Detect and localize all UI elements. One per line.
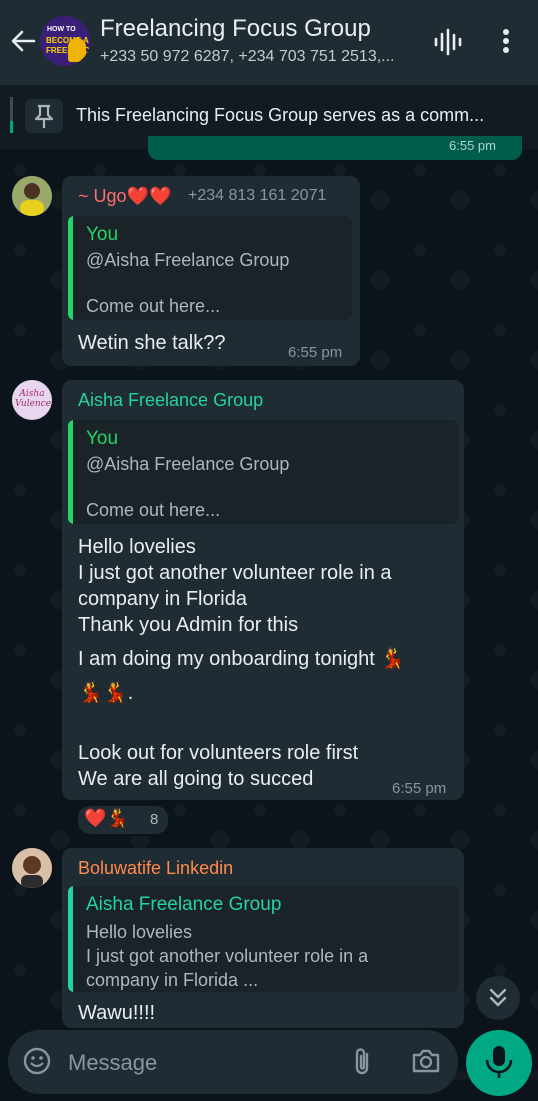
more-vert-icon[interactable] [496, 26, 516, 56]
message-text: company in Florida [78, 588, 247, 610]
voice-wave-icon[interactable] [432, 28, 462, 56]
reaction-emojis: ❤️💃 [84, 808, 129, 828]
sender-name[interactable]: ~ Ugo❤️❤️ [78, 186, 171, 207]
emoji-icon[interactable] [22, 1046, 52, 1076]
message-time: 6:55 pm [392, 780, 447, 797]
message-time: 6:55 pm [288, 344, 343, 361]
message-bubble[interactable]: Boluwatife Linkedin Aisha Freelance Grou… [62, 848, 464, 1028]
voice-record-button[interactable] [466, 1030, 532, 1096]
scroll-to-bottom-button[interactable] [476, 976, 520, 1020]
pin-icon [34, 104, 54, 128]
message-input[interactable]: Message [68, 1050, 157, 1076]
group-members[interactable]: +233 50 972 6287, +234 703 751 2513,... [100, 48, 416, 66]
quote-bar [68, 216, 73, 320]
message-text: Look out for volunteers role first [78, 742, 359, 764]
quote-line: I just got another volunteer role in a [86, 946, 369, 966]
camera-icon[interactable] [410, 1046, 442, 1076]
message-bubble[interactable]: ~ Ugo❤️❤️ +234 813 161 2071 You @Aisha F… [62, 176, 360, 366]
quoted-message[interactable]: You @Aisha Freelance Group Come out here… [68, 216, 352, 320]
avatar[interactable] [12, 848, 52, 888]
quote-author: You [86, 224, 119, 245]
avatar[interactable]: Aisha Vulences [12, 380, 52, 420]
sender-name[interactable]: Aisha Freelance Group [78, 390, 263, 411]
quoted-message[interactable]: Aisha Freelance Group Hello lovelies I j… [68, 886, 458, 992]
back-arrow-icon[interactable] [8, 26, 38, 56]
quote-line: Hello lovelies [86, 922, 193, 942]
pin-icon-box [25, 99, 63, 133]
reaction-pill[interactable]: ❤️💃 8 [76, 804, 170, 836]
quote-bar [68, 420, 73, 524]
message-text: 💃💃. [78, 682, 134, 704]
message-composer[interactable]: Message [8, 1030, 458, 1094]
quote-line: @Aisha Freelance Group [86, 250, 290, 270]
sender-phone: +234 813 161 2071 [188, 187, 327, 204]
person-avatar-icon [12, 848, 52, 888]
message-text: I am doing my onboarding tonight 💃 [78, 648, 406, 670]
pinned-indicator [10, 97, 13, 133]
mic-icon [485, 1046, 513, 1078]
double-chevron-down-icon [489, 988, 507, 1007]
message-text: We are all going to succed [78, 768, 314, 790]
message-text: Wawu!!!! [78, 1002, 156, 1024]
message-text: Thank you Admin for this [78, 614, 299, 636]
quote-bar [68, 886, 73, 992]
message-time: 6:55 pm [449, 138, 496, 153]
quote-line: Come out here... [86, 500, 221, 520]
person-avatar-icon [12, 176, 52, 216]
avatar-text-line: HOW TO [47, 26, 76, 33]
quote-line: Come out here... [86, 296, 221, 316]
attach-icon[interactable] [348, 1046, 378, 1078]
group-title[interactable]: Freelancing Focus Group [100, 15, 371, 43]
previous-outgoing-bubble[interactable]: 6:55 pm [148, 136, 522, 160]
message-text: Hello lovelies [78, 536, 196, 558]
quote-author: You [86, 428, 119, 449]
quote-line: @Aisha Freelance Group [86, 454, 290, 474]
pinned-text: This Freelancing Focus Group serves as a… [76, 105, 485, 125]
avatar[interactable] [12, 176, 52, 216]
quoted-message[interactable]: You @Aisha Freelance Group Come out here… [68, 420, 458, 524]
chat-header: HOW TO BECOME A FREELANCER Freelancing F… [0, 0, 538, 84]
reaction-count: 8 [150, 811, 159, 828]
quote-line: company in Florida ... [86, 970, 259, 990]
sender-name[interactable]: Boluwatife Linkedin [78, 858, 233, 879]
message-bubble[interactable]: Aisha Freelance Group You @Aisha Freelan… [62, 380, 464, 800]
avatar-person-graphic [68, 38, 86, 62]
quote-author: Aisha Freelance Group [86, 894, 282, 915]
group-avatar[interactable]: HOW TO BECOME A FREELANCER [40, 16, 90, 66]
avatar-text: Aisha Vulences [15, 389, 52, 409]
message-text: I just got another volunteer role in a [78, 562, 392, 584]
message-text: Wetin she talk?? [78, 332, 226, 354]
